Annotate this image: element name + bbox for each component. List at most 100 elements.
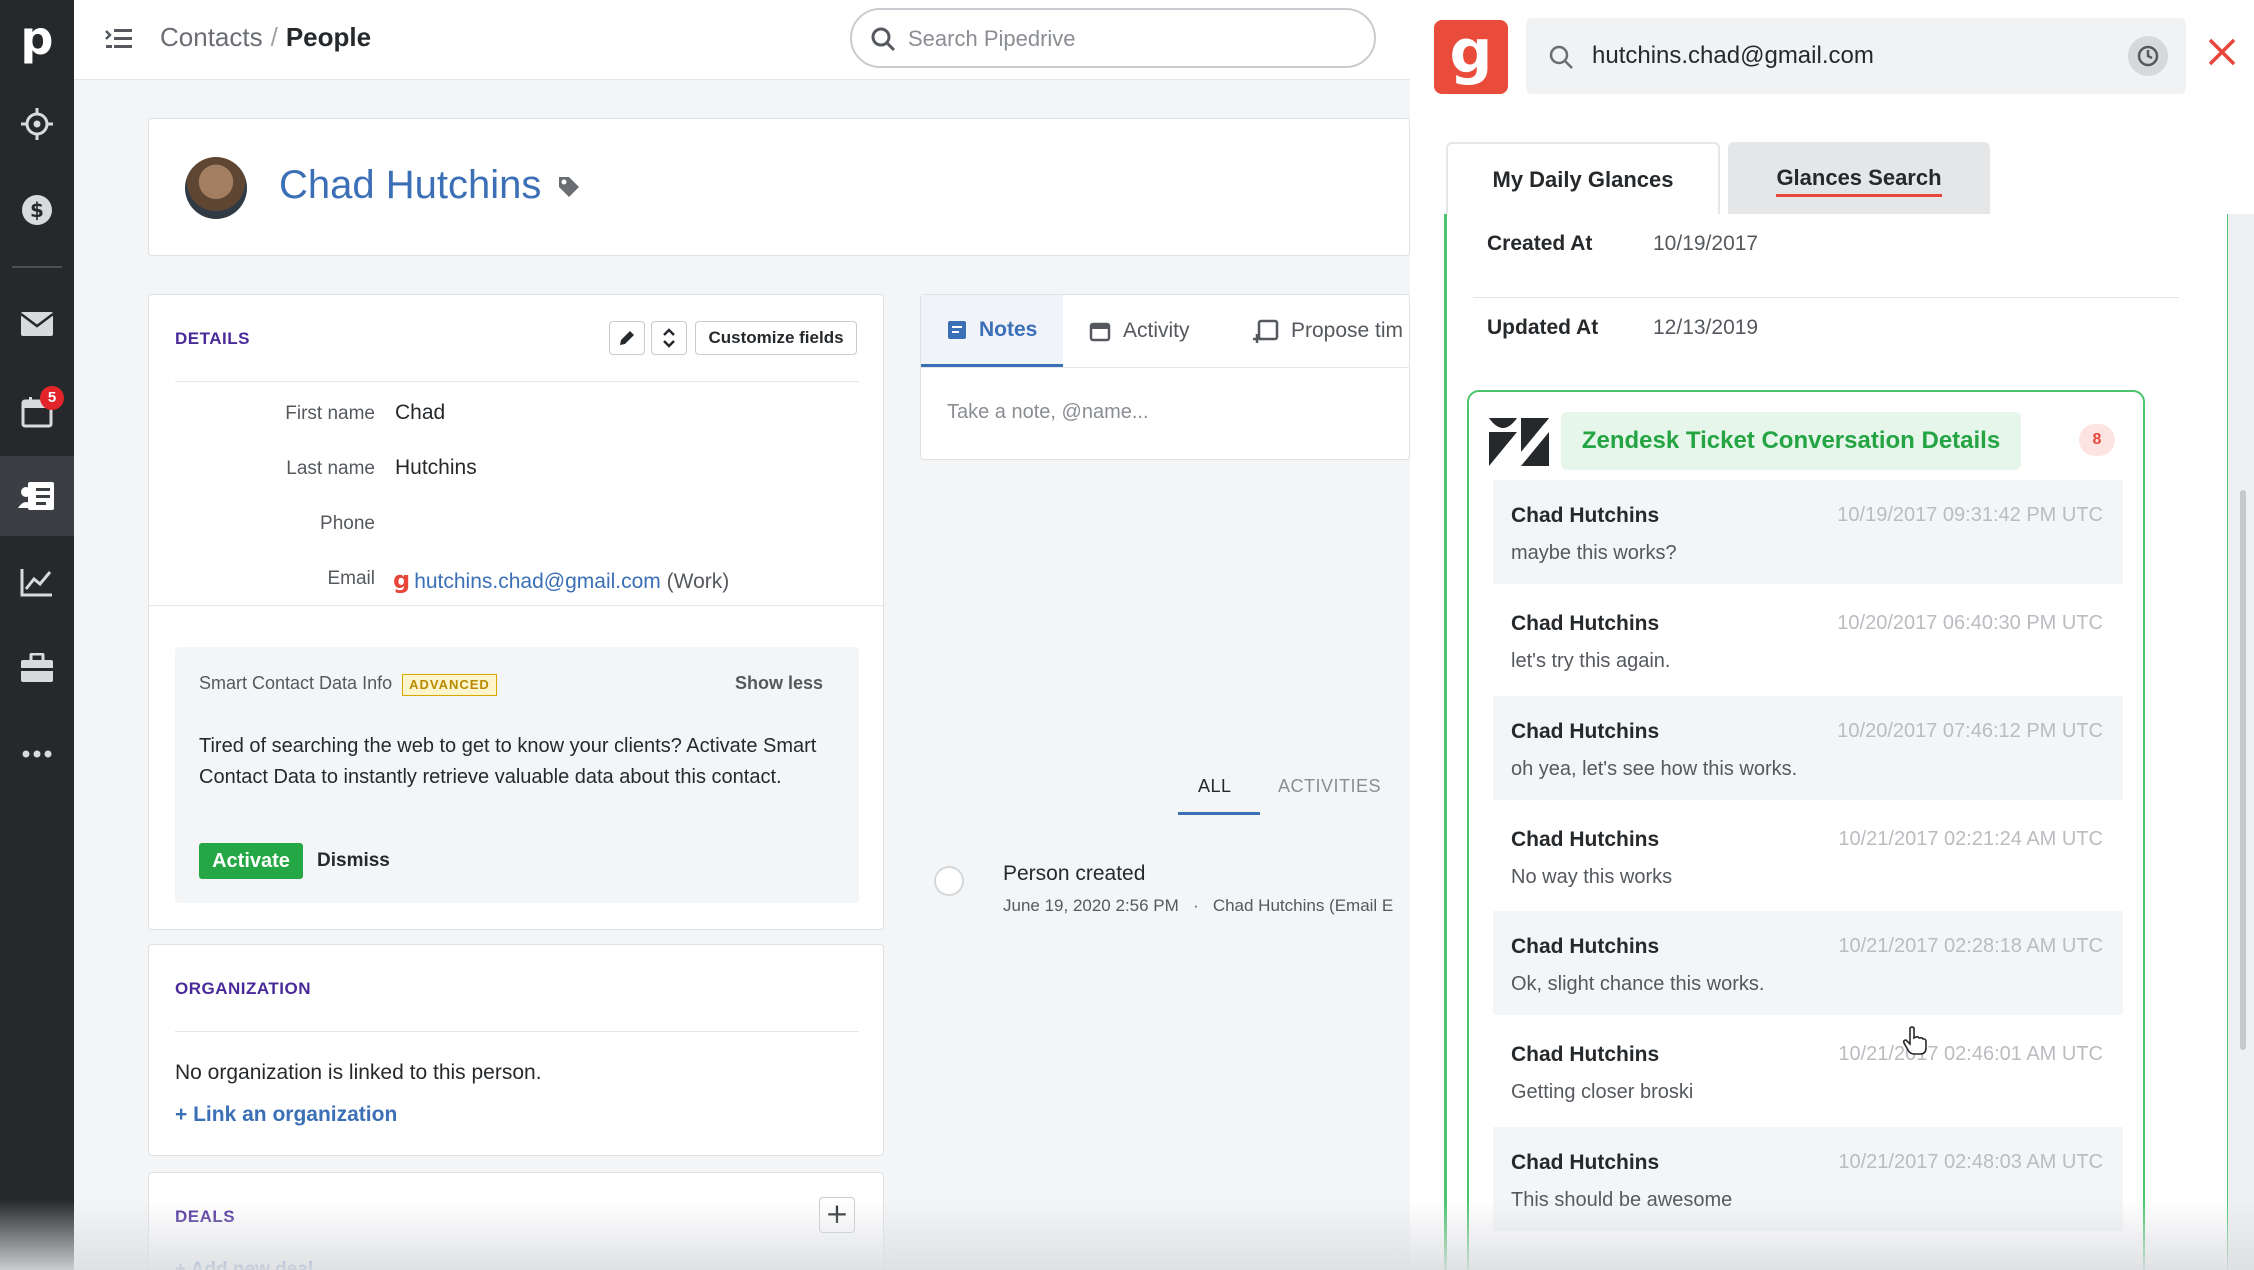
no-organization-text: No organization is linked to this person…: [175, 1061, 542, 1084]
glances-search-input[interactable]: [1592, 38, 2092, 74]
message-time: 10/20/2017 07:46:12 PM UTC: [1837, 720, 2103, 742]
pipedrive-logo[interactable]: p: [0, 8, 74, 68]
avatar[interactable]: [185, 157, 247, 219]
zendesk-logo-icon: [1489, 418, 1549, 466]
email-link[interactable]: hutchins.chad@gmail.com: [414, 570, 661, 593]
conversation-message: Chad Hutchins 10/21/2017 02:28:18 AM UTC…: [1493, 911, 2123, 1015]
history-tab-all[interactable]: ALL: [1198, 776, 1232, 797]
divider: [175, 1031, 859, 1032]
field-label: Phone: [320, 513, 375, 534]
event-separator: ·: [1192, 896, 1199, 915]
nav-mail[interactable]: [0, 284, 74, 364]
calendar-icon: [1089, 322, 1111, 342]
smart-description: Tired of searching the web to get to kno…: [199, 735, 817, 788]
show-less-link[interactable]: Show less: [735, 673, 823, 694]
search-icon: [871, 27, 896, 52]
created-at-label: Created At: [1487, 232, 1593, 255]
add-new-deal-link[interactable]: + Add new deal: [175, 1259, 313, 1270]
message-time: 10/21/2017 02:21:24 AM UTC: [1838, 828, 2103, 850]
tab-propose-label: Propose tim: [1291, 319, 1404, 342]
field-first-name: First name Chad: [149, 395, 885, 435]
tab-glances-search[interactable]: Glances Search: [1728, 142, 1990, 214]
link-organization-link[interactable]: + Link an organization: [175, 1103, 397, 1127]
ticket-count-badge: 8: [2079, 424, 2115, 456]
nav-products[interactable]: [0, 628, 74, 708]
nav-more[interactable]: [0, 714, 74, 794]
tab-my-daily-glances[interactable]: My Daily Glances: [1446, 142, 1720, 214]
message-text: Getting closer broski: [1511, 1081, 1694, 1103]
history-tab-activities[interactable]: ACTIVITIES: [1278, 776, 1381, 797]
details-card: DETAILS Customize fields First name Chad…: [148, 294, 885, 930]
glances-logo[interactable]: g: [1434, 20, 1508, 94]
glances-g-icon[interactable]: g: [393, 566, 410, 594]
message-time: 10/21/2017 02:48:03 AM UTC: [1838, 1151, 2103, 1173]
zendesk-card: Zendesk Ticket Conversation Details 8 Ch…: [1467, 390, 2145, 1270]
message-time: 10/21/2017 02:46:01 AM UTC: [1838, 1043, 2103, 1065]
conversation-message: Chad Hutchins 10/20/2017 06:40:30 PM UTC…: [1493, 588, 2123, 692]
person-name[interactable]: Chad Hutchins: [279, 163, 541, 208]
message-text: No way this works: [1511, 866, 1673, 888]
conversation-message: Chad Hutchins 10/19/2017 09:31:42 PM UTC…: [1493, 480, 2123, 584]
nav-divider: [12, 266, 62, 268]
deals-title: DEALS: [175, 1207, 236, 1226]
nav-insights[interactable]: [0, 542, 74, 622]
activate-button[interactable]: Activate: [199, 843, 303, 879]
field-label: Last name: [286, 458, 375, 479]
clock-icon: [2137, 45, 2159, 67]
message-author: Chad Hutchins: [1511, 504, 1660, 527]
tab-glances-search-label: Glances Search: [1776, 165, 1942, 197]
customize-fields-button[interactable]: Customize fields: [695, 321, 857, 355]
search-history-button[interactable]: [2128, 36, 2168, 76]
conversation-message: Chad Hutchins 10/21/2017 02:48:03 AM UTC…: [1493, 1127, 2123, 1231]
add-deal-button[interactable]: +: [819, 1197, 855, 1233]
nav-deals[interactable]: $: [0, 170, 74, 250]
message-text: oh yea, let's see how this works.: [1511, 758, 1798, 780]
message-text: maybe this works?: [1511, 542, 1677, 564]
note-icon: [948, 320, 966, 339]
tab-propose-times[interactable]: Propose tim: [1253, 295, 1411, 367]
updated-at-value: 12/13/2019: [1653, 316, 1759, 339]
details-title: DETAILS: [175, 329, 250, 348]
composer-card: Notes Activity Propose tim Take a note, …: [920, 294, 1411, 460]
conversation-message: Chad Hutchins 10/20/2017 07:46:12 PM UTC…: [1493, 696, 2123, 800]
note-input[interactable]: Take a note, @name...: [947, 401, 1149, 424]
breadcrumb-separator: /: [270, 22, 278, 52]
pencil-icon: [620, 331, 634, 345]
zendesk-title[interactable]: Zendesk Ticket Conversation Details: [1561, 412, 2021, 470]
smart-title: Smart Contact Data Info ADVANCED: [199, 673, 497, 696]
divider: [175, 381, 859, 382]
reorder-fields-button[interactable]: [651, 321, 687, 355]
mail-icon: [20, 312, 54, 336]
divider: [149, 605, 885, 606]
dismiss-button[interactable]: Dismiss: [317, 850, 390, 872]
event-author[interactable]: Chad Hutchins (Email E: [1213, 896, 1393, 915]
nav-contacts[interactable]: [0, 456, 74, 536]
field-value: g hutchins.chad@gmail.com (Work): [393, 566, 729, 594]
glances-search: [1526, 18, 2186, 94]
tag-icon[interactable]: [557, 175, 581, 199]
contacts-icon: [18, 482, 54, 510]
smart-title-text: Smart Contact Data Info: [199, 673, 393, 693]
glances-tabs: My Daily Glances Glances Search: [1434, 142, 2254, 214]
top-bar: Contacts / People: [74, 0, 1410, 80]
field-last-name: Last name Hutchins: [149, 450, 885, 490]
scrollbar-thumb[interactable]: [2240, 490, 2246, 1050]
tab-notes[interactable]: Notes: [921, 295, 1063, 367]
message-author: Chad Hutchins: [1511, 720, 1660, 743]
message-text: let's try this again.: [1511, 650, 1671, 672]
breadcrumb-contacts[interactable]: Contacts: [160, 22, 263, 52]
message-author: Chad Hutchins: [1511, 1151, 1660, 1174]
sidebar-toggle-icon[interactable]: [104, 26, 134, 52]
breadcrumb: Contacts / People: [160, 22, 371, 53]
nav-leads[interactable]: [0, 84, 74, 164]
nav-activities[interactable]: 5: [0, 372, 74, 452]
edit-details-button[interactable]: [609, 321, 645, 355]
field-phone: Phone: [149, 505, 885, 545]
close-icon[interactable]: [2206, 36, 2238, 68]
field-value[interactable]: Chad: [395, 401, 445, 425]
tab-activity[interactable]: Activity: [1089, 295, 1190, 367]
timeline-dot: [934, 866, 964, 896]
glances-scrollbar[interactable]: [2228, 214, 2254, 1270]
field-value[interactable]: Hutchins: [395, 456, 477, 480]
global-search-input[interactable]: [908, 22, 1348, 56]
